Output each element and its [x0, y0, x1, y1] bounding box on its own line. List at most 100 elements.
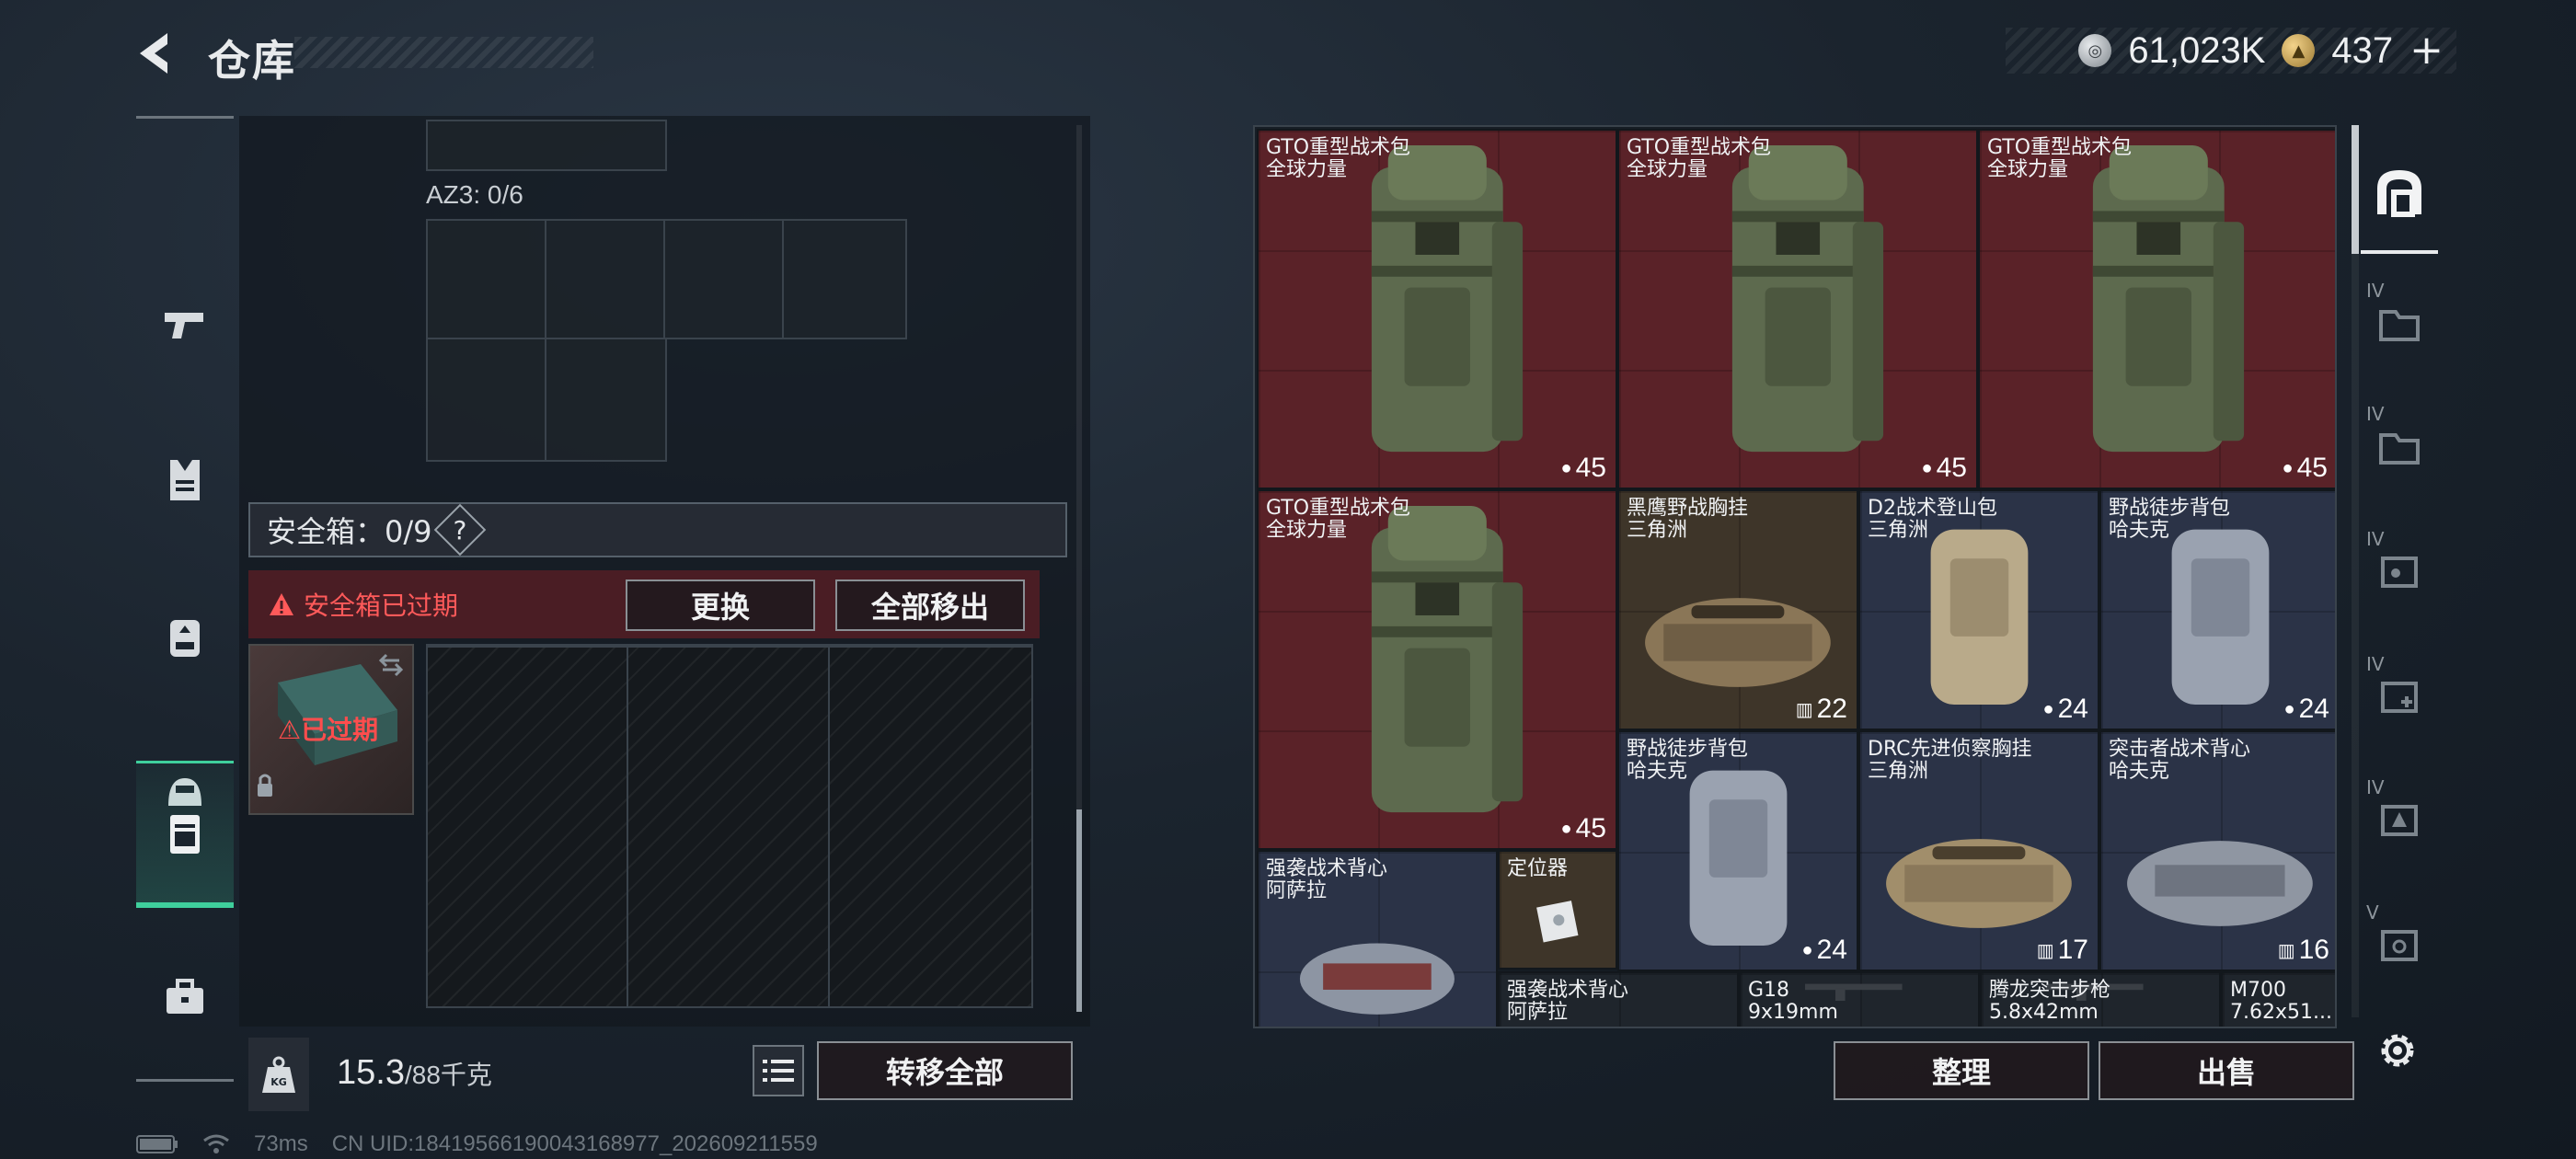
item-name: 黑鹰野战胸挂 [1627, 497, 1749, 520]
warehouse-item[interactable]: 突击者战术背心 哈夫克 ▥ 16 [2099, 730, 2335, 971]
az3-grid-slot[interactable] [545, 219, 665, 339]
az3-grid-slot[interactable] [426, 219, 546, 339]
warehouse-item[interactable]: GTO重型战术包 全球力量 ● 45 [1257, 129, 1617, 489]
warehouse-item[interactable]: G18 9x19mm [1739, 971, 1980, 1027]
item-capacity: ● 45 [1561, 453, 1606, 484]
item-name: DRC先进侦察胸挂 [1868, 738, 2032, 761]
category-weapons[interactable] [136, 255, 234, 393]
svg-text:KG: KG [270, 1076, 287, 1088]
item-capacity: ● 45 [2283, 453, 2328, 484]
gear-icon [2381, 1034, 2414, 1067]
warehouse-page-tab-6[interactable]: V [2361, 885, 2438, 1004]
category-armor[interactable] [136, 411, 234, 549]
silver-coin-icon: ◎ [2078, 34, 2112, 67]
safe-box-grid[interactable] [426, 644, 1033, 1008]
warehouse-item[interactable]: 强袭战术背心 阿萨拉 [1498, 971, 1739, 1027]
category-backpack[interactable] [136, 568, 234, 706]
warehouse-scrollbar-thumb[interactable] [2352, 125, 2359, 254]
warehouse-item[interactable]: 黑鹰野战胸挂 三角洲 ▥ 22 [1617, 489, 1858, 730]
item-faction: 三角洲 [1868, 519, 1929, 542]
warehouse-item[interactable]: 腾龙突击步枪 5.8x42mm [1980, 971, 2221, 1027]
item-name: 野战徒步背包 [2109, 497, 2231, 520]
settings-button[interactable] [2370, 1023, 2425, 1078]
warehouse-page-tab-2[interactable]: IV [2361, 386, 2438, 506]
backpack-icon [170, 620, 200, 657]
safe-box-icon [170, 814, 200, 854]
weight-kg-icon: KG [262, 1056, 295, 1093]
list-icon [763, 1060, 794, 1082]
item-name: G18 [1748, 979, 1790, 1002]
gold-coin-icon: ▲ [2282, 34, 2316, 67]
vest-icon [170, 460, 200, 500]
item-capacity-value: 22 [1816, 694, 1847, 724]
warning-icon: ⚠ [278, 715, 302, 745]
warehouse-item[interactable]: GTO重型战术包 全球力量 ● 45 [1978, 129, 2335, 489]
item-faction: 全球力量 [1987, 158, 2069, 181]
item-name: M700 [2230, 979, 2286, 1002]
category-safe-box[interactable] [136, 761, 234, 908]
status-bar: 73ms CN UID:18419566190043168977_2026092… [136, 1131, 818, 1157]
transfer-all-button[interactable]: 转移全部 [817, 1041, 1073, 1100]
warehouse-scrollbar-track[interactable] [2352, 125, 2359, 1017]
gold-amount: 437 [2331, 29, 2394, 71]
backpack-slot-icon: ● [1560, 457, 1572, 478]
item-faction: 三角洲 [1868, 760, 1929, 783]
warehouse-page-tab-3[interactable]: IV [2361, 511, 2438, 631]
ping-value: 73ms [254, 1131, 308, 1156]
safe-grid-divider [428, 646, 1031, 648]
warehouse-page-tab-5[interactable]: IV [2361, 760, 2438, 879]
replace-button[interactable]: 更换 [626, 580, 815, 631]
item-capacity: ● 24 [1802, 935, 1847, 966]
silver-amount: 61,023K [2128, 29, 2266, 71]
warehouse-item[interactable]: D2战术登山包 三角洲 ● 24 [1858, 489, 2099, 730]
warehouse-item[interactable]: 野战徒步背包 哈夫克 ● 24 [1617, 730, 1858, 971]
list-view-button[interactable] [753, 1045, 804, 1096]
key-folder-icon [2381, 557, 2418, 588]
pistol-icon [165, 313, 203, 339]
backpack-slot-icon: ● [2283, 698, 2295, 719]
warehouse-page-tab-4[interactable]: IV [2361, 637, 2438, 756]
category-toolbox[interactable] [136, 928, 234, 1066]
uid-text: CN UID:18419566190043168977_202609211559 [331, 1131, 818, 1156]
az3-grid-slot[interactable] [782, 219, 907, 339]
warehouse-item[interactable]: GTO重型战术包 全球力量 ● 45 [1617, 129, 1978, 489]
az3-grid-slot[interactable] [663, 219, 784, 339]
item-faction: 全球力量 [1627, 158, 1708, 181]
warehouse-item[interactable]: GTO重型战术包 全球力量 ● 45 [1257, 489, 1617, 850]
warehouse-item[interactable]: 定位器 [1498, 850, 1617, 970]
item-capacity-value: 24 [2298, 694, 2329, 724]
warehouse-page-sidebar: IV IV IV IV IV V [2361, 116, 2438, 999]
add-currency-button[interactable]: + [2409, 30, 2444, 71]
warehouse-item[interactable]: 野战徒步背包 哈夫克 ● 24 [2099, 489, 2335, 730]
wifi-icon [203, 1134, 229, 1153]
folder-icon [2379, 433, 2420, 465]
item-name: GTO重型战术包 [1627, 136, 1772, 159]
grid-slot[interactable] [426, 120, 667, 171]
item-name: 腾龙突击步枪 [1989, 979, 2111, 1002]
move-all-out-button[interactable]: 全部移出 [835, 580, 1025, 631]
armor-folder-icon [2381, 805, 2418, 836]
safe-grid-column [628, 646, 830, 1006]
warehouse-item[interactable]: 强袭战术背心 阿萨拉 [1257, 850, 1498, 1027]
warehouse-item[interactable]: DRC先进侦察胸挂 三角洲 ▥ 17 [1858, 730, 2099, 971]
tab-level-label: IV [2366, 776, 2385, 798]
warehouse-page-tab-1[interactable]: IV [2361, 263, 2438, 383]
help-icon[interactable]: ? [433, 503, 486, 557]
carry-weight: 15.3/88千克 [337, 1053, 492, 1093]
item-name: 突击者战术背心 [2109, 738, 2251, 761]
sell-button[interactable]: 出售 [2099, 1041, 2354, 1100]
item-capacity: ▥ 17 [2037, 935, 2088, 966]
az3-grid-slot[interactable] [545, 338, 667, 462]
item-faction: 全球力量 [1266, 158, 1348, 181]
item-capacity-value: 17 [2057, 935, 2088, 965]
warehouse-main-tab[interactable] [2361, 134, 2438, 254]
expired-badge-text: 已过期 [301, 715, 379, 745]
loadout-scrollbar-thumb[interactable] [1076, 809, 1082, 1012]
back-button[interactable] [129, 26, 184, 81]
warehouse-item[interactable]: M700 7.62x51... [2221, 971, 2335, 1027]
page-title: 仓库 [208, 36, 296, 86]
az3-grid-slot[interactable] [426, 338, 546, 462]
item-name: GTO重型战术包 [1987, 136, 2133, 159]
header-stripe-decoration [294, 37, 593, 68]
sort-button[interactable]: 整理 [1834, 1041, 2089, 1100]
